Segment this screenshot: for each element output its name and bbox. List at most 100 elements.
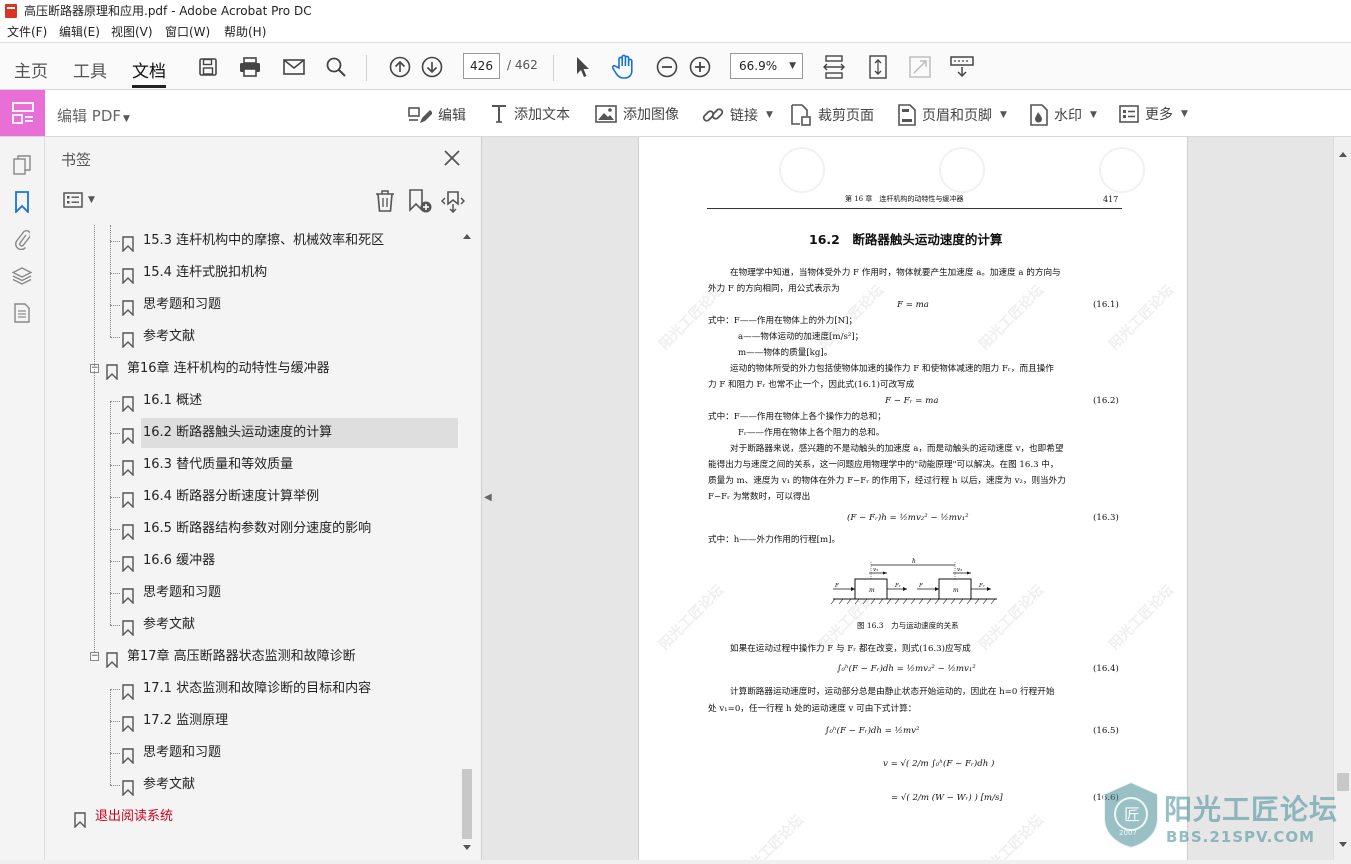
- bookmark-item[interactable]: 16.4 断路器分断速度计算举例: [45, 482, 458, 512]
- watermark-text: 阳光工匠论坛: [656, 582, 728, 654]
- body-line: 力 F 和阻力 Fᵣ 也常不止一个，因此式(16.1)可改写成: [708, 380, 915, 390]
- attachments-icon[interactable]: [11, 228, 33, 250]
- hand-tool-icon[interactable]: [610, 53, 638, 81]
- close-icon[interactable]: [443, 149, 461, 171]
- bookmark-item[interactable]: 参考文献: [45, 610, 458, 640]
- figure-label-v2: v₂: [957, 567, 962, 573]
- bookmark-exit[interactable]: 退出阅读系统: [45, 802, 458, 832]
- bookmarks-scrollbar[interactable]: [459, 225, 475, 860]
- bookmark-icon: [122, 234, 134, 253]
- crop-page-button[interactable]: 裁剪页面: [790, 104, 874, 126]
- print-icon[interactable]: [236, 53, 264, 81]
- collapse-toggle-icon[interactable]: −: [90, 652, 99, 661]
- equation: ∫₀ʰ(F − Fᵣ)dh = ½mv₂² − ½mv₁²: [837, 664, 976, 674]
- body-line: 在物理学中知道，当物体受外力 F 作用时，物体就要产生加速度 a。加速度 a 的…: [730, 268, 1061, 278]
- bookmark-item[interactable]: 17.2 监测原理: [45, 706, 458, 736]
- bookmark-item[interactable]: 思考题和习题: [45, 738, 458, 768]
- next-page-icon[interactable]: [418, 53, 446, 81]
- page-number: 417: [1103, 195, 1119, 204]
- read-mode-icon[interactable]: [948, 53, 976, 81]
- body-line: Fᵣ——作用在物体上各个阻力的总和。: [738, 428, 885, 438]
- bookmark-item[interactable]: 15.3 连杆机构中的摩擦、机械效率和死区: [45, 226, 458, 256]
- bookmark-icon: [122, 330, 134, 349]
- menu-file[interactable]: 文件(F): [7, 22, 47, 42]
- body-line: 质量为 m、速度为 v₁ 的物体在外力 F−Fᵣ 的作用下，经过行程 h 以后，…: [708, 476, 1066, 486]
- content-icon[interactable]: [11, 302, 33, 324]
- menu-view[interactable]: 视图(V): [111, 22, 153, 42]
- more-icon: [1119, 105, 1139, 123]
- new-bookmark-icon[interactable]: [408, 189, 432, 217]
- edit-pdf-tool-icon[interactable]: [0, 90, 45, 136]
- search-icon[interactable]: [322, 53, 350, 81]
- menu-bar: 文件(F) 编辑(E) 视图(V) 窗口(W) 帮助(H): [0, 22, 1351, 42]
- bookmark-label: 16.1 概述: [143, 393, 203, 408]
- bookmark-item[interactable]: 17.1 状态监测和故障诊断的目标和内容: [45, 674, 458, 704]
- tab-tools[interactable]: 工具: [73, 57, 107, 82]
- bookmark-chapter[interactable]: 第16章 连杆机构的动特性与缓冲器: [45, 354, 458, 384]
- header-footer-label: 页眉和页脚: [922, 108, 992, 124]
- zoom-in-icon[interactable]: [686, 53, 714, 81]
- prev-page-icon[interactable]: [386, 53, 414, 81]
- bookmark-icon: [122, 490, 134, 509]
- equation: F − Fᵣ = ma: [885, 396, 939, 406]
- bookmark-label: 17.1 状态监测和故障诊断的目标和内容: [143, 681, 372, 696]
- expand-bookmark-icon[interactable]: [440, 189, 466, 217]
- add-image-label: 添加图像: [623, 107, 679, 123]
- navigation-rail: [0, 137, 45, 860]
- running-head: 第 16 章 连杆机构的动特性与缓冲器: [845, 195, 964, 203]
- body-line: 式中：F——作用在物体上各个操作力的总和；: [708, 412, 886, 422]
- crop-page-label: 裁剪页面: [818, 108, 874, 124]
- figure-label-h: h: [912, 558, 916, 565]
- add-text-button[interactable]: 添加文本: [490, 104, 570, 124]
- chevron-down-icon: ▼: [1000, 110, 1007, 120]
- fit-page-icon[interactable]: [864, 53, 892, 81]
- add-text-label: 添加文本: [514, 107, 570, 123]
- bookmark-item[interactable]: 16.1 概述: [45, 386, 458, 416]
- select-cursor-icon[interactable]: [568, 53, 596, 81]
- fit-width-icon[interactable]: [820, 53, 848, 81]
- bookmark-item[interactable]: 16.3 替代质量和等效质量: [45, 450, 458, 480]
- more-button[interactable]: 更多 ▼: [1119, 104, 1188, 124]
- bookmark-item[interactable]: 思考题和习题: [45, 578, 458, 608]
- bookmark-icon: [122, 682, 134, 701]
- menu-edit[interactable]: 编辑(E): [59, 22, 100, 42]
- tab-home[interactable]: 主页: [14, 57, 48, 82]
- bookmark-item[interactable]: 思考题和习题: [45, 290, 458, 320]
- bookmark-item[interactable]: 16.5 断路器结构参数对刚分速度的影响: [45, 514, 458, 544]
- bookmark-chapter[interactable]: 第17章 高压断路器状态监测和故障诊断: [45, 642, 458, 672]
- figure-label-f: F: [918, 583, 923, 589]
- email-icon[interactable]: [280, 53, 308, 81]
- figure-label-fr: Fᵣ: [894, 583, 901, 589]
- delete-bookmark-icon[interactable]: [375, 189, 395, 217]
- link-button[interactable]: 链接 ▼: [702, 104, 773, 126]
- bookmark-options-button[interactable]: ▼: [63, 192, 95, 208]
- bookmark-item[interactable]: 参考文献: [45, 322, 458, 352]
- bookmarks-icon[interactable]: [11, 191, 33, 213]
- menu-window[interactable]: 窗口(W): [165, 22, 210, 42]
- tab-document[interactable]: 文档: [132, 57, 166, 88]
- equation-number: (16.4): [1093, 664, 1119, 674]
- edit-tool-label: 编辑: [438, 108, 466, 124]
- layers-icon[interactable]: [11, 265, 33, 287]
- add-image-button[interactable]: 添加图像: [595, 104, 679, 124]
- bookmark-item[interactable]: 15.4 连杆式脱扣机构: [45, 258, 458, 288]
- header-footer-button[interactable]: 页眉和页脚 ▼: [898, 104, 1007, 126]
- zoom-select[interactable]: 66.9% ▼: [730, 53, 803, 79]
- full-screen-icon[interactable]: [906, 53, 934, 81]
- bookmark-item[interactable]: 参考文献: [45, 770, 458, 800]
- bookmark-item[interactable]: 16.6 缓冲器: [45, 546, 458, 576]
- bookmark-item[interactable]: 16.2 断路器触头运动速度的计算: [122, 418, 458, 448]
- watermark-button[interactable]: 水印 ▼: [1030, 104, 1097, 126]
- document-scrollbar[interactable]: [1333, 137, 1351, 860]
- page-number-input[interactable]: 426: [463, 53, 500, 79]
- zoom-out-icon[interactable]: [653, 53, 681, 81]
- save-icon[interactable]: [194, 53, 222, 81]
- page-thumbnails-icon[interactable]: [11, 154, 33, 176]
- chevron-down-icon: ▼: [766, 110, 773, 120]
- figure-label-m: m: [869, 587, 875, 594]
- edit-pdf-menu[interactable]: 编辑 PDF ▼: [57, 105, 130, 126]
- edit-tool-button[interactable]: 编辑: [408, 104, 466, 126]
- window-title: 高压断路器原理和应用.pdf - Adobe Acrobat Pro DC: [24, 4, 312, 18]
- menu-help[interactable]: 帮助(H): [224, 22, 266, 42]
- collapse-panel-icon[interactable]: ◀: [484, 492, 492, 503]
